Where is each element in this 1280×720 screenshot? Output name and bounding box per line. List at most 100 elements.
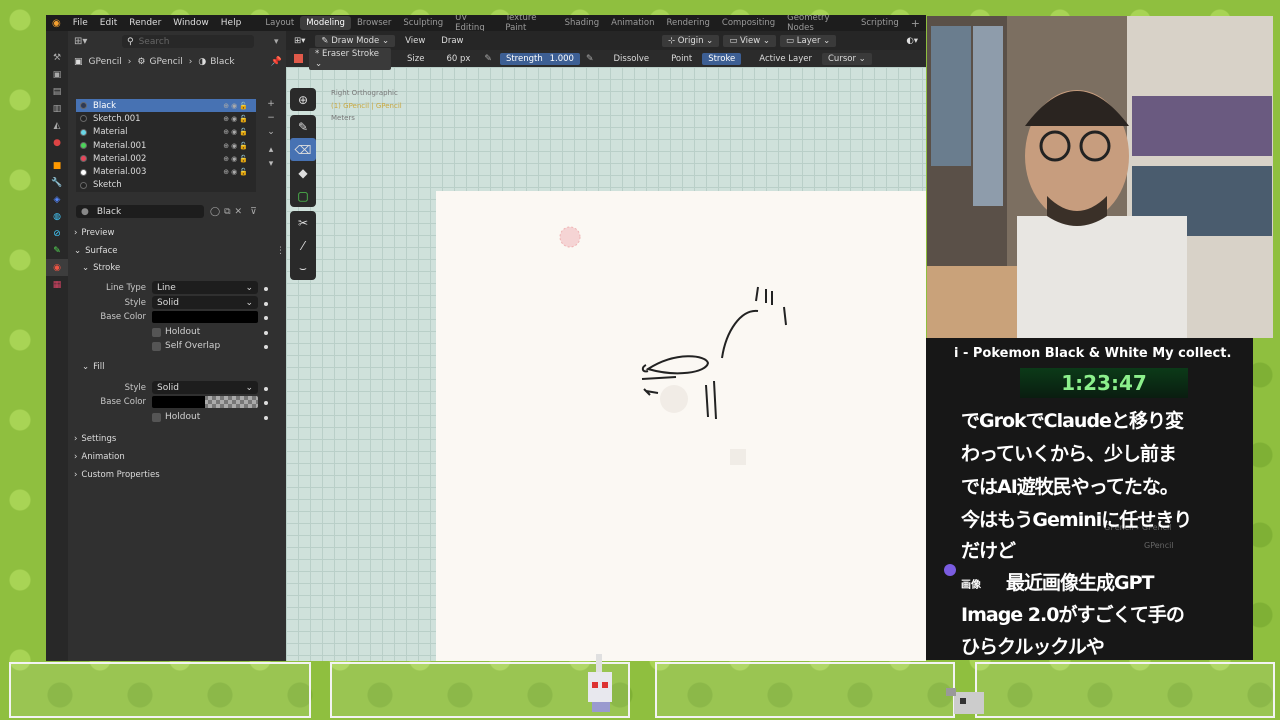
list-item[interactable]: Material.002 ⊕◉🔓 (76, 152, 256, 165)
panel-fill[interactable]: ⌄ Fill (82, 362, 104, 372)
point-button[interactable]: Point (665, 53, 698, 65)
world-tab-icon[interactable]: ● (46, 134, 68, 151)
chevron-down-icon[interactable]: ⌄ (264, 125, 278, 139)
menu-window[interactable]: Window (167, 18, 215, 28)
list-item[interactable]: Black ⊕◉🔓 (76, 99, 256, 113)
list-item[interactable]: Material ⊕◉🔓 (76, 126, 256, 139)
eyedropper-tool-icon[interactable]: ⁄ (290, 234, 316, 257)
list-item[interactable]: Material.003 ⊕◉🔓 (76, 165, 256, 178)
strength-field[interactable]: Strength 1.000 (499, 52, 580, 65)
visibility-lock-icons[interactable]: ⊕◉🔓 (223, 168, 250, 176)
menu-view[interactable]: View (399, 35, 431, 47)
self-overlap-checkbox[interactable] (152, 341, 161, 351)
filter-icon[interactable]: ⊽ (250, 207, 257, 217)
material-name-field[interactable]: ● Black (76, 205, 204, 218)
texture-tab-icon[interactable]: ▦ (46, 276, 68, 293)
keyframe-dot-icon[interactable] (264, 331, 268, 335)
cursor-dropdown[interactable]: Cursor ⌄ (822, 52, 872, 65)
3d-viewport[interactable]: ⊞▾ ✎ Draw Mode ⌄ View Draw ⊹ Origin ⌄ ▭ … (286, 31, 926, 661)
duplicate-icon[interactable]: ⧉ (224, 207, 230, 217)
keyframe-dot-icon[interactable] (264, 387, 268, 391)
visibility-lock-icons[interactable]: ⊕◉🔓 (223, 128, 250, 136)
fake-user-icon[interactable]: ◯ (210, 207, 220, 217)
tab-rendering[interactable]: Rendering (660, 16, 715, 30)
visibility-lock-icons[interactable]: ⊕◉🔓 (223, 155, 250, 163)
fill-holdout-checkbox[interactable] (152, 412, 161, 422)
tab-layout[interactable]: Layout (259, 16, 300, 30)
tab-compositing[interactable]: Compositing (716, 16, 781, 30)
render-tab-icon[interactable]: ▣ (46, 66, 68, 83)
menu-edit[interactable]: Edit (94, 18, 123, 28)
cursor-tool-icon[interactable]: ⊕ (290, 88, 316, 111)
keyframe-dot-icon[interactable] (264, 302, 268, 306)
panel-settings[interactable]: › Settings (74, 434, 116, 444)
holdout-checkbox[interactable] (152, 327, 161, 337)
menu-render[interactable]: Render (123, 18, 167, 28)
stroke-button[interactable]: Stroke (702, 52, 742, 65)
modifier-tab-icon[interactable]: 🔧 (46, 174, 68, 191)
panel-stroke[interactable]: ⌄ Stroke (82, 263, 120, 273)
curve-tool-icon[interactable]: ⌣ (290, 257, 316, 280)
material-tab-icon[interactable]: ◉ (46, 259, 68, 276)
erase-tool-icon[interactable]: ⌫ (290, 138, 316, 161)
dissolve-button[interactable]: Dissolve (608, 53, 656, 65)
move-down-icon[interactable]: ▾ (264, 157, 278, 171)
tab-animation[interactable]: Animation (605, 16, 660, 30)
tab-browser[interactable]: Browser (351, 16, 397, 30)
pressure-icon[interactable]: ✎ (484, 54, 492, 64)
add-workspace-icon[interactable]: + (905, 15, 926, 32)
list-item[interactable]: Material.001 ⊕◉🔓 (76, 139, 256, 152)
tab-sculpting[interactable]: Sculpting (397, 16, 449, 30)
cutter-tool-icon[interactable]: ✂ (290, 211, 316, 234)
active-layer-toggle[interactable]: Active Layer (753, 53, 818, 65)
constraint-tab-icon[interactable]: ⊘ (46, 225, 68, 242)
tab-modeling[interactable]: Modeling (300, 16, 351, 30)
layer-dropdown[interactable]: ▭ Layer ⌄ (780, 34, 837, 47)
panel-animation[interactable]: › Animation (74, 452, 125, 462)
list-item[interactable]: Sketch (76, 179, 256, 192)
menu-draw[interactable]: Draw (435, 35, 469, 47)
brush-dropdown[interactable]: * Eraser Stroke ⌄ (309, 47, 391, 70)
editor-type-icon[interactable]: ⊞▾ (74, 36, 104, 47)
fill-color-swatch[interactable] (152, 396, 258, 408)
keyframe-dot-icon[interactable] (264, 401, 268, 405)
scene-tab-icon[interactable]: ◭ (46, 117, 68, 134)
visibility-lock-icons[interactable]: ⊕◉🔓 (223, 142, 250, 150)
pin-icon[interactable]: 📌 (271, 57, 282, 67)
menu-help[interactable]: Help (215, 18, 248, 28)
data-tab-icon[interactable]: ✎ (46, 242, 68, 259)
add-slot-icon[interactable]: + (264, 97, 278, 111)
options-dropdown-icon[interactable]: ▾ (274, 37, 279, 47)
brush-color-icon[interactable] (294, 54, 303, 63)
panel-surface[interactable]: ⌄ Surface (74, 246, 118, 256)
effects-tab-icon[interactable]: ◈ (46, 191, 68, 208)
object-tab-icon[interactable]: ■ (46, 157, 68, 174)
tab-shading[interactable]: Shading (559, 16, 606, 30)
base-color-swatch[interactable] (152, 311, 258, 323)
drawing-canvas[interactable] (436, 191, 926, 661)
style-dropdown[interactable]: Solid ⌄ (152, 296, 258, 309)
unlink-icon[interactable]: ✕ (235, 207, 243, 217)
keyframe-dot-icon[interactable] (264, 316, 268, 320)
menu-file[interactable]: File (67, 18, 94, 28)
size-field[interactable]: 60 px (440, 53, 476, 65)
output-tab-icon[interactable]: ▤ (46, 83, 68, 100)
view-layer-tab-icon[interactable]: ▥ (46, 100, 68, 117)
panel-custom-properties[interactable]: › Custom Properties (74, 470, 160, 480)
line-type-dropdown[interactable]: Line ⌄ (152, 281, 258, 294)
mode-dropdown[interactable]: ✎ Draw Mode ⌄ (315, 34, 396, 47)
editor-type-icon[interactable]: ⊞▾ (288, 35, 311, 47)
keyframe-dot-icon[interactable] (264, 345, 268, 349)
fill-tool-icon[interactable]: ◆ (290, 161, 316, 184)
origin-dropdown[interactable]: ⊹ Origin ⌄ (661, 34, 720, 47)
visibility-lock-icons[interactable]: ⊕◉🔓 (223, 115, 250, 123)
tool-tab-icon[interactable]: ⚒ (46, 49, 68, 66)
draw-tool-icon[interactable]: ✎ (290, 115, 316, 138)
view-dropdown[interactable]: ▭ View ⌄ (723, 34, 777, 47)
panel-preview[interactable]: › Preview (74, 228, 115, 238)
keyframe-dot-icon[interactable] (264, 416, 268, 420)
box-tool-icon[interactable]: ▢ (290, 184, 316, 207)
search-input[interactable]: ⚲ Search (122, 35, 254, 48)
blender-logo-icon[interactable]: ◉ (46, 18, 67, 29)
fill-style-dropdown[interactable]: Solid ⌄ (152, 381, 258, 394)
